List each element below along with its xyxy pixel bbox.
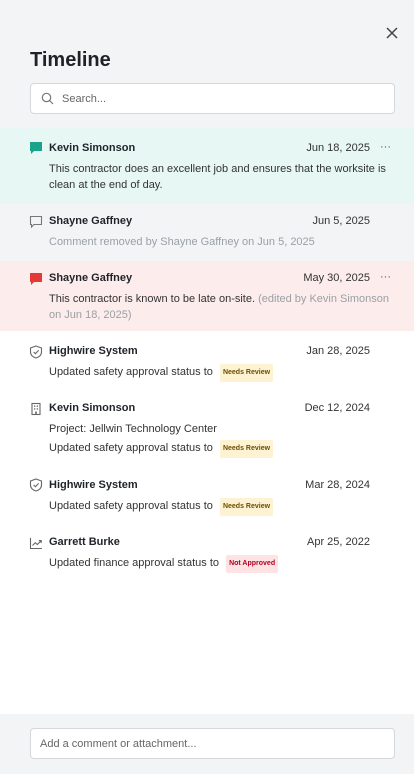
timeline-entry: Shayne Gaffney Jun 5, 2025 Comment remov… [0, 204, 414, 261]
more-options-button[interactable]: ··· [380, 141, 391, 153]
comment-input[interactable] [40, 737, 380, 750]
trend-chart-icon [29, 538, 42, 550]
timeline-panel: Timeline Kevin Simonson Jun 18, 2025 ···… [0, 0, 414, 774]
timeline-entry: Kevin Simonson Jun 18, 2025 ··· This con… [0, 128, 414, 204]
comment-filled-red-icon [30, 273, 42, 285]
entry-date: Jun 18, 2025 [306, 142, 370, 154]
status-badge: Needs Review [219, 364, 274, 382]
entry-text: clean at the end of day. [49, 179, 163, 191]
entry-date: Dec 12, 2024 [304, 402, 370, 414]
comment-outline-icon [29, 215, 43, 229]
close-icon[interactable] [386, 27, 398, 39]
status-badge: Not Approved [226, 555, 279, 573]
entry-text: Updated safety approval status to Needs … [49, 498, 399, 516]
shield-check-icon [29, 478, 43, 492]
timeline-entry: Highwire System Mar 28, 2024 Updated saf… [0, 465, 414, 522]
entry-text: Updated safety approval status to Needs … [49, 364, 399, 382]
entry-author: Shayne Gaffney [49, 272, 133, 284]
status-update-text: Updated safety approval status to [49, 442, 213, 454]
timeline-entry: Shayne Gaffney May 30, 2025 ··· This con… [0, 261, 414, 331]
entry-author: Kevin Simonson [49, 142, 136, 154]
entry-date: Jan 28, 2025 [306, 345, 370, 357]
entry-author: Highwire System [49, 479, 138, 491]
timeline-entry: Highwire System Jan 28, 2025 Updated saf… [0, 331, 414, 388]
search-box[interactable] [30, 83, 395, 114]
entry-date: Mar 28, 2024 [305, 479, 370, 491]
project-name: Project: Jellwin Technology Center [49, 423, 217, 435]
entry-author: Shayne Gaffney [49, 215, 133, 227]
timeline-entry: Garrett Burke Apr 25, 2022 Updated finan… [0, 522, 414, 579]
building-icon [31, 402, 41, 416]
edited-note: (edited by Kevin Simonson [258, 293, 389, 305]
comment-text: This contractor is known to be late on-s… [49, 293, 256, 305]
close-button[interactable] [381, 22, 403, 44]
status-badge: Needs Review [219, 440, 274, 458]
search-input[interactable] [62, 92, 362, 105]
search-icon [41, 92, 54, 105]
entry-text: Comment removed by Shayne Gaffney on Jun… [49, 236, 315, 248]
entry-text: This contractor is known to be late on-s… [49, 291, 399, 307]
entry-author: Kevin Simonson [49, 402, 136, 414]
comment-box[interactable] [30, 728, 395, 759]
entry-author: Highwire System [49, 345, 138, 357]
entry-date: Apr 25, 2022 [307, 536, 370, 548]
shield-check-icon [29, 345, 43, 359]
status-update-text: Updated safety approval status to [49, 366, 213, 378]
entry-author: Garrett Burke [49, 536, 120, 548]
comment-filled-teal-icon [30, 142, 42, 154]
edited-note: on Jun 18, 2025) [49, 309, 132, 321]
page-title: Timeline [30, 49, 111, 71]
entry-date: May 30, 2025 [303, 272, 370, 284]
entry-text: This contractor does an excellent job an… [49, 163, 386, 175]
entry-text: Updated finance approval status to Not A… [49, 555, 399, 573]
entry-text: Updated safety approval status to Needs … [49, 440, 399, 458]
entry-date: Jun 5, 2025 [312, 215, 371, 227]
status-update-text: Updated finance approval status to [49, 557, 220, 569]
status-badge: Needs Review [219, 498, 274, 516]
more-options-button[interactable]: ··· [380, 271, 391, 283]
status-update-text: Updated safety approval status to [49, 500, 213, 512]
timeline-entry: Kevin Simonson Dec 12, 2024 Project: Jel… [0, 388, 414, 465]
